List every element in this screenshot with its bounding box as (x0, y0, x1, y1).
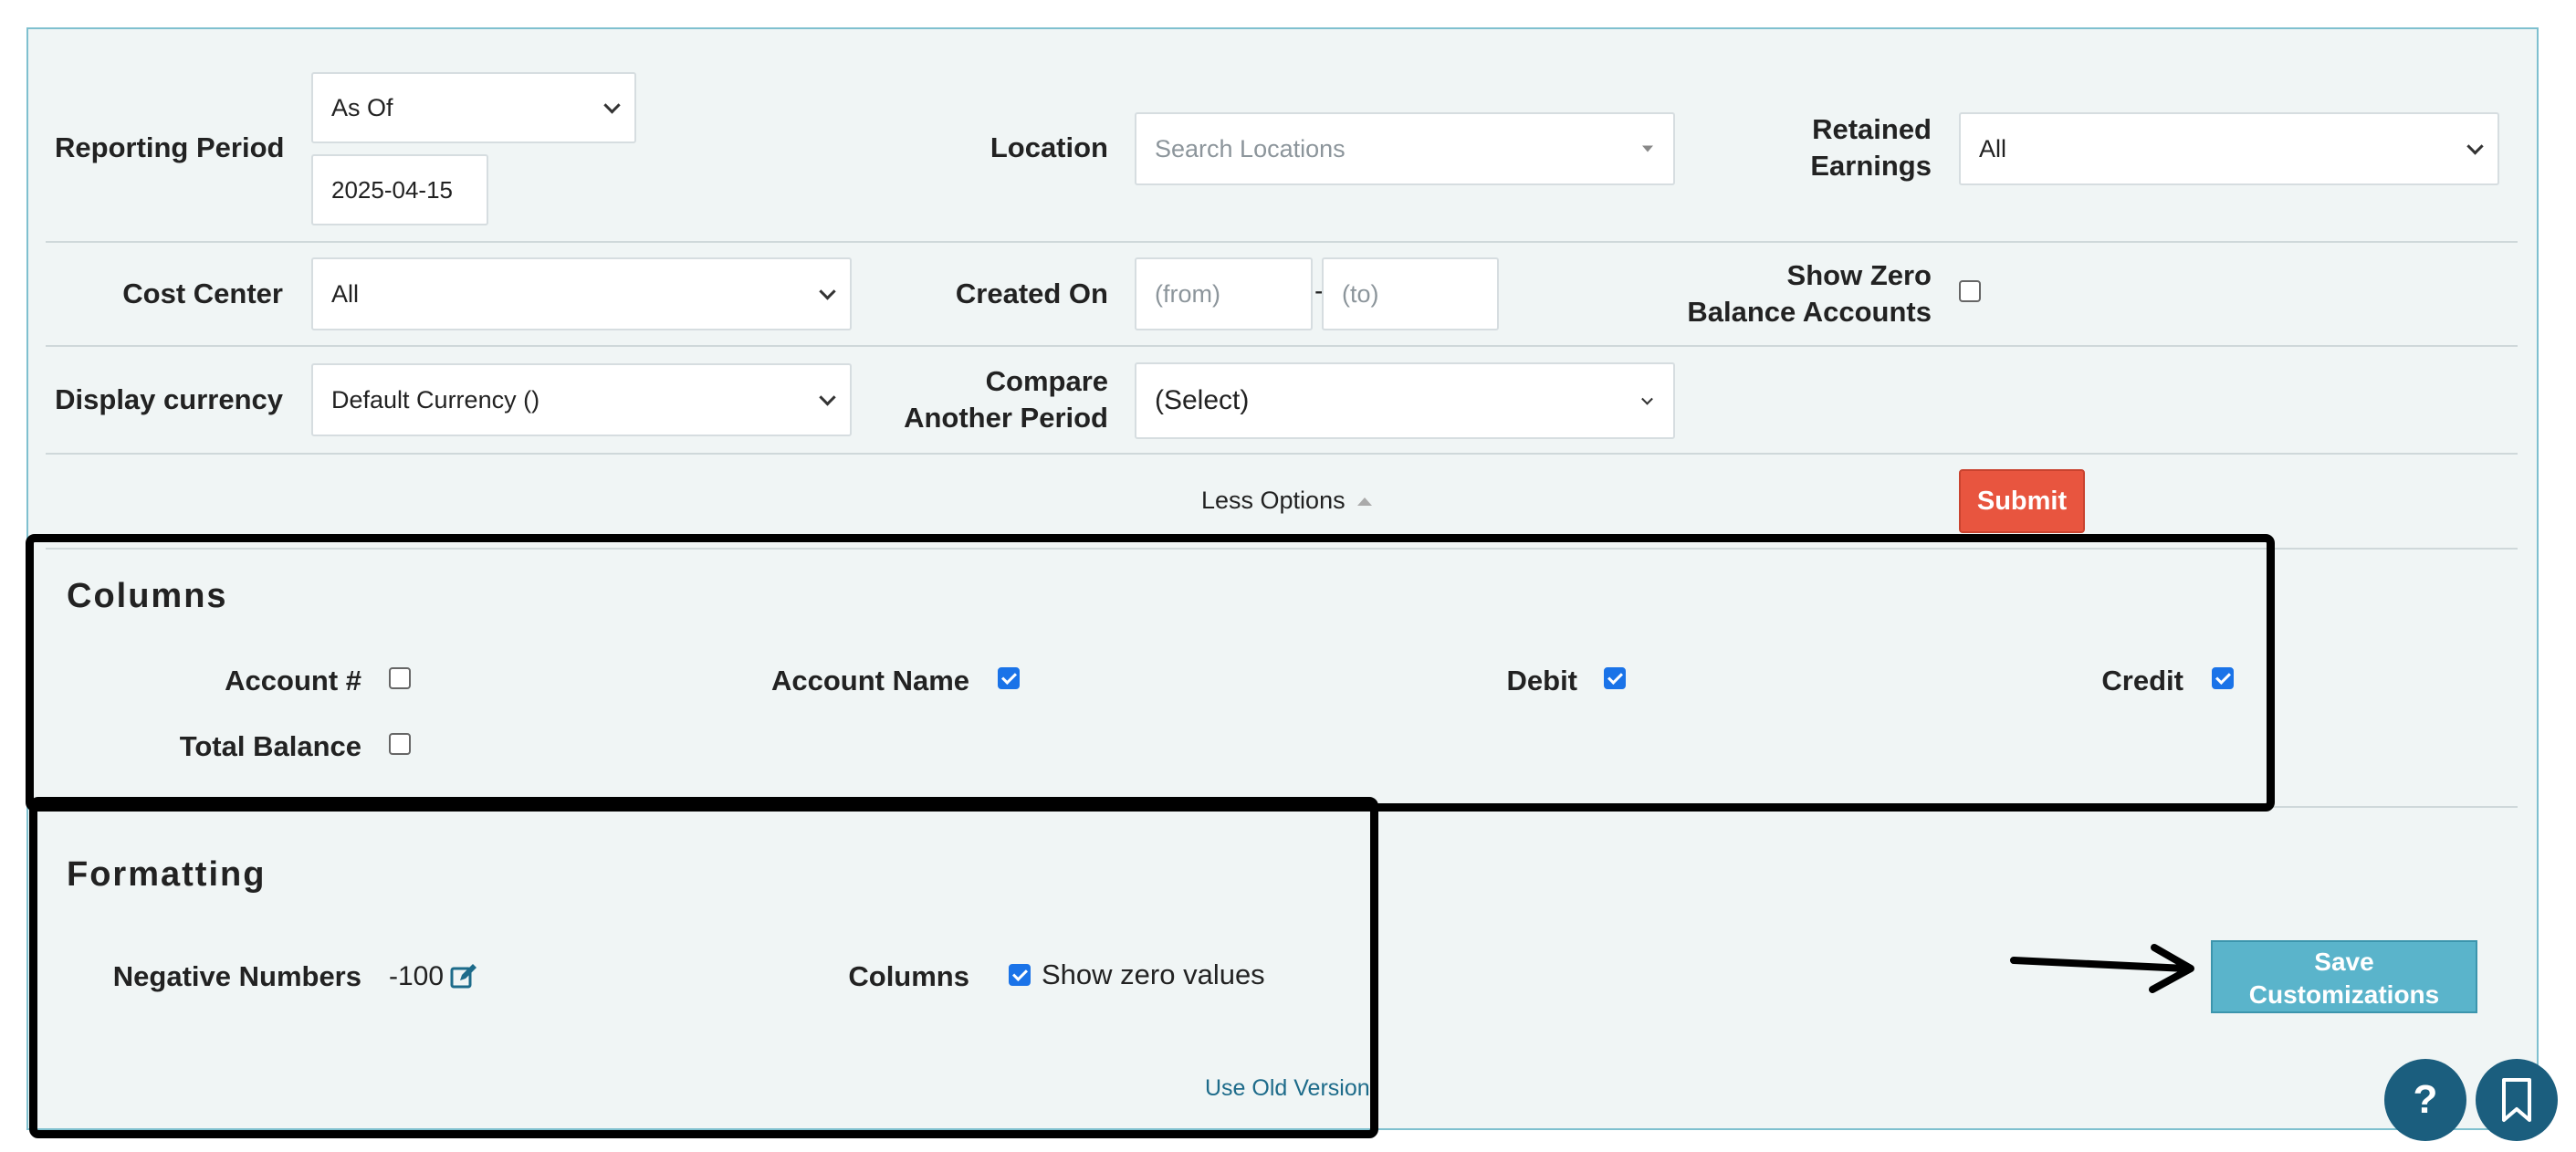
compare-period-label: Compare Another Period (867, 363, 1108, 436)
retained-earnings-select[interactable]: All (1959, 112, 2499, 185)
divider (46, 241, 2518, 243)
bookmark-icon (2502, 1078, 2531, 1122)
formatting-highlight-outline (29, 797, 1378, 1138)
cost-center-select[interactable]: All (311, 257, 852, 330)
display-currency-select[interactable]: Default Currency () (311, 363, 852, 436)
reporting-period-mode-select[interactable]: As Of (311, 72, 636, 143)
submit-button[interactable]: Submit (1959, 469, 2085, 533)
cost-center-value: All (331, 279, 360, 308)
caret-up-icon (1357, 497, 1373, 507)
compare-period-value: (Select) (1155, 385, 1250, 415)
location-placeholder: Search Locations (1155, 134, 1346, 162)
show-zero-balance-label: Show Zero Balance Accounts (1643, 257, 1932, 330)
retained-earnings-label: Retained Earnings (1734, 111, 1932, 184)
arrow-right-icon (2008, 940, 2200, 995)
bookmark-button[interactable] (2476, 1059, 2558, 1141)
save-customizations-line1: Save (2314, 948, 2374, 976)
less-options-label: Less Options (1201, 487, 1346, 514)
retained-earnings-label-line1: Retained (1812, 113, 1932, 145)
show-zero-balance-label-line1: Show Zero (1786, 259, 1932, 291)
caret-down-icon (1642, 145, 1653, 152)
chevron-down-icon (1641, 393, 1653, 405)
created-on-label: Created On (955, 278, 1108, 309)
compare-period-label-line1: Compare (985, 365, 1108, 397)
question-icon: ? (2413, 1077, 2438, 1122)
display-currency-label: Display currency (55, 383, 283, 415)
show-zero-balance-checkbox[interactable] (1959, 280, 1981, 302)
divider (46, 453, 2518, 455)
save-customizations-button[interactable]: Save Customizations (2211, 940, 2477, 1013)
compare-period-label-line2: Another Period (904, 402, 1108, 434)
display-currency-value: Default Currency () (331, 385, 540, 414)
save-customizations-line2: Customizations (2248, 980, 2440, 1009)
chevron-down-icon (603, 97, 621, 114)
chevron-down-icon (819, 283, 836, 300)
columns-highlight-outline (26, 534, 2275, 812)
cost-center-label: Cost Center (122, 278, 283, 309)
chevron-down-icon (2466, 138, 2484, 155)
chevron-down-icon (819, 389, 836, 406)
location-search-select[interactable]: Search Locations (1135, 112, 1675, 185)
help-button[interactable]: ? (2384, 1059, 2466, 1141)
reporting-period-label: Reporting Period (55, 131, 285, 163)
less-options-toggle[interactable]: Less Options (1201, 487, 1373, 515)
divider (46, 345, 2518, 347)
location-label: Location (990, 131, 1108, 163)
retained-earnings-label-line2: Earnings (1810, 150, 1932, 182)
show-zero-balance-label-line2: Balance Accounts (1687, 296, 1932, 328)
created-on-to-input[interactable]: (to) (1322, 257, 1499, 330)
compare-period-select[interactable]: (Select) (1135, 362, 1675, 439)
reporting-period-mode-value: As Of (331, 93, 393, 121)
reporting-period-date-input[interactable]: 2025-04-15 (311, 154, 488, 225)
created-on-from-input[interactable]: (from) (1135, 257, 1313, 330)
retained-earnings-value: All (1979, 134, 2007, 162)
